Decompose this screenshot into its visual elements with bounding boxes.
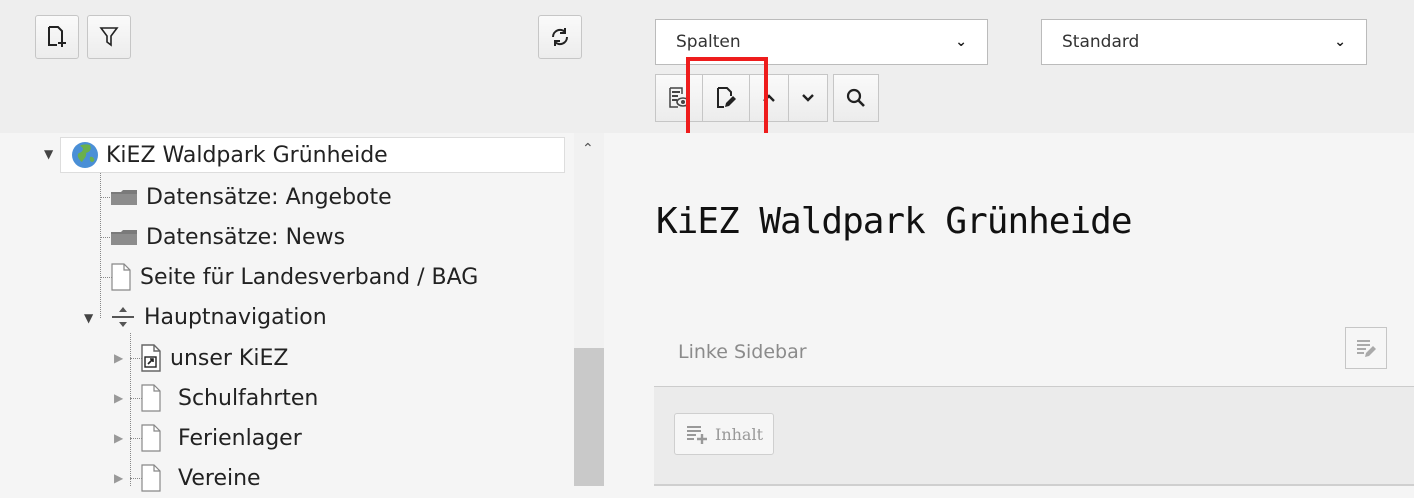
search-button[interactable] xyxy=(833,74,879,122)
page-icon xyxy=(140,464,162,492)
language-select[interactable]: Standard ⌄ xyxy=(1041,19,1367,65)
tree-item-unser-kiez[interactable]: unser KiEZ xyxy=(140,338,288,378)
column-body: Inhalt xyxy=(654,387,1414,486)
scrollbar-thumb[interactable] xyxy=(574,348,604,486)
tree-item-vereine[interactable]: Vereine xyxy=(140,458,261,498)
move-down-button[interactable] xyxy=(788,74,828,122)
new-page-icon xyxy=(48,26,66,47)
shortcut-page-icon xyxy=(140,344,162,372)
columns-select[interactable]: Spalten ⌄ xyxy=(655,19,988,65)
tree-item-label: unser KiEZ xyxy=(170,345,289,371)
tree-item-label: Ferienlager xyxy=(178,425,302,451)
edit-page-icon xyxy=(717,87,736,108)
search-icon xyxy=(846,88,865,107)
tree-root[interactable]: KiEZ Waldpark Grünheide xyxy=(70,135,388,175)
tree-item-label: Hauptnavigation xyxy=(144,304,327,330)
tree-item-ferienlager[interactable]: Ferienlager xyxy=(140,418,302,458)
folder-icon xyxy=(110,187,138,207)
page-tree: ▼ KiEZ Waldpark Grünheide Datensätze: An… xyxy=(0,133,608,492)
docheader: Spalten ⌄ Standard ⌄ xyxy=(0,0,1414,133)
tree-item-landesverband[interactable]: Seite für Landesverband / BAG xyxy=(110,257,478,297)
collapse-icon[interactable]: ▼ xyxy=(84,311,93,325)
chevron-up-icon[interactable]: ⌃ xyxy=(582,141,594,157)
move-up-button[interactable] xyxy=(749,74,789,122)
tree-scrollbar[interactable]: ⌃ xyxy=(574,133,604,486)
tree-item-schulfahrten[interactable]: Schulfahrten xyxy=(140,378,318,418)
page-title: KiEZ Waldpark Grünheide xyxy=(656,201,1132,242)
page-icon xyxy=(140,384,162,412)
refresh-icon xyxy=(551,28,569,46)
page-actions xyxy=(655,74,879,122)
tree-guide xyxy=(130,333,131,486)
expand-icon[interactable]: ▶ xyxy=(114,391,123,405)
separator-icon xyxy=(110,306,136,328)
view-page-button[interactable] xyxy=(655,74,703,122)
filter-button[interactable] xyxy=(87,15,131,59)
add-content-button[interactable]: Inhalt xyxy=(674,413,775,455)
page-module: KiEZ Waldpark Grünheide Linke Sidebar In… xyxy=(608,133,1414,486)
edit-column-button[interactable] xyxy=(1345,327,1387,369)
tree-item-label: Vereine xyxy=(178,465,261,491)
tree-item-label: Datensätze: News xyxy=(146,224,346,250)
page-icon xyxy=(140,424,162,452)
expand-icon[interactable]: ▶ xyxy=(114,471,123,485)
add-content-label: Inhalt xyxy=(715,424,764,444)
filter-icon xyxy=(99,27,119,47)
refresh-button[interactable] xyxy=(538,15,582,59)
chevron-down-icon: ⌄ xyxy=(1334,34,1346,50)
column-title: Linke Sidebar xyxy=(678,341,807,363)
tree-item-label: Schulfahrten xyxy=(178,385,319,411)
view-page-icon xyxy=(669,87,690,108)
expand-icon[interactable]: ▶ xyxy=(114,351,123,365)
chevron-up-icon xyxy=(763,94,775,102)
tree-guide xyxy=(100,173,101,318)
edit-content-icon xyxy=(1357,340,1376,357)
language-select-value: Standard xyxy=(1062,32,1140,52)
tree-item-label: Seite für Landesverband / BAG xyxy=(140,264,479,290)
tree-item-angebote[interactable]: Datensätze: Angebote xyxy=(110,177,392,217)
columns-select-value: Spalten xyxy=(676,32,741,52)
chevron-down-icon xyxy=(802,94,814,102)
collapse-icon[interactable]: ▼ xyxy=(44,147,53,161)
add-content-icon xyxy=(685,423,709,445)
folder-icon xyxy=(110,227,138,247)
expand-icon[interactable]: ▶ xyxy=(114,431,123,445)
tree-item-label: Datensätze: Angebote xyxy=(146,184,392,210)
new-page-button[interactable] xyxy=(35,15,79,59)
tree-item-hauptnavigation[interactable]: Hauptnavigation xyxy=(110,297,327,337)
edit-page-button[interactable] xyxy=(702,74,750,122)
tree-item-news[interactable]: Datensätze: News xyxy=(110,217,345,257)
page-icon xyxy=(110,263,132,291)
chevron-down-icon: ⌄ xyxy=(955,34,967,50)
tree-root-label: KiEZ Waldpark Grünheide xyxy=(106,142,388,168)
globe-icon xyxy=(70,140,100,170)
